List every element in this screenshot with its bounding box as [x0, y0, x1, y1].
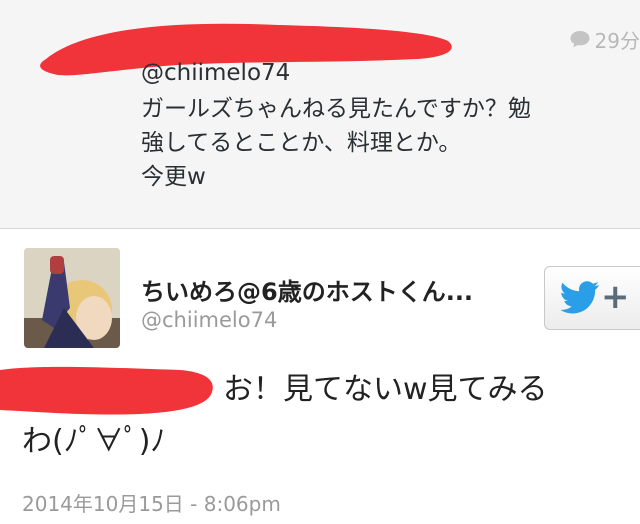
reply-text-line: 今更w: [141, 164, 206, 190]
tweet-text-line: お！見てないw見てみる: [223, 372, 548, 407]
reply-time: 29分: [569, 28, 640, 53]
avatar[interactable]: [24, 248, 120, 348]
reply-tweet[interactable]: 29分 @chiimelo74 ガールズちゃんねる見たんですか？勉 強してるとこ…: [0, 0, 640, 229]
tweet-text: お！見てないw見てみる わ(ﾉﾟ∀ﾟ)ﾉ: [22, 364, 632, 468]
user-handle[interactable]: @chiimelo74: [141, 308, 277, 332]
reply-mention-handle[interactable]: @chiimelo74: [141, 60, 290, 86]
follow-button[interactable]: +: [544, 266, 640, 330]
tweet-text-line: わ(ﾉﾟ∀ﾟ)ﾉ: [22, 424, 166, 459]
follow-plus-label: +: [601, 277, 630, 317]
reply-time-text: 29分: [594, 28, 640, 53]
reply-text: ガールズちゃんねる見たんですか？勉 強してるとことか、料理とか。 今更w: [141, 92, 631, 194]
twitter-bird-icon: [561, 281, 599, 314]
tweet-timestamp[interactable]: 2014年10月15日 - 8:06pm: [22, 488, 281, 517]
avatar-image: [24, 248, 120, 348]
speech-bubble-icon: [570, 31, 590, 48]
display-name[interactable]: ちいめろ@6歳のホストくん...: [141, 272, 473, 307]
reply-text-line: 強してるとことか、料理とか。: [141, 130, 462, 156]
reply-text-line: ガールズちゃんねる見たんですか？勉: [141, 96, 531, 122]
